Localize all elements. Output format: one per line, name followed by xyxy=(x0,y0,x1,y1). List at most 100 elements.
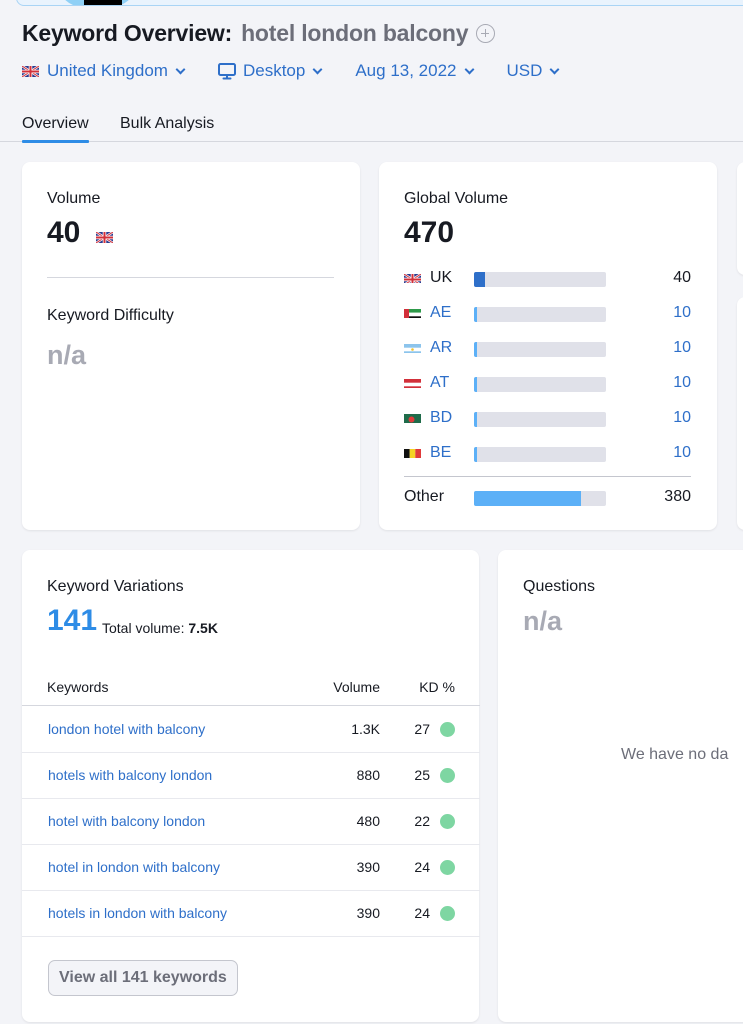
tab-bar: Overview Bulk Analysis xyxy=(0,112,743,143)
chevron-down-icon xyxy=(175,64,186,74)
other-value: 380 xyxy=(664,488,691,505)
view-all-keywords-button[interactable]: View all 141 keywords xyxy=(48,960,238,996)
country-code[interactable]: BD xyxy=(430,409,452,427)
keyword-volume: 390 xyxy=(356,859,380,875)
at-flag-icon xyxy=(404,377,421,388)
kd-indicator-dot xyxy=(440,860,455,875)
country-volume-row: UK 40 xyxy=(404,269,691,289)
divider xyxy=(404,476,691,477)
kd-indicator-dot xyxy=(440,906,455,921)
country-volume-value[interactable]: 10 xyxy=(673,304,691,322)
keyword-link[interactable]: hotels with balcony london xyxy=(48,767,212,783)
chevron-down-icon xyxy=(464,64,474,74)
questions-title: Questions xyxy=(523,578,596,595)
bd-flag-icon xyxy=(404,412,421,423)
keyword-difficulty-value: n/a xyxy=(47,340,87,370)
country-volume-bar xyxy=(474,272,606,287)
keyword-link[interactable]: london hotel with balcony xyxy=(48,721,205,737)
country-volume-row[interactable]: AR 10 xyxy=(404,339,691,359)
uk-flag-icon xyxy=(404,272,421,283)
page-title-label: Keyword Overview: xyxy=(22,20,233,46)
keyword-kd: 22 xyxy=(414,813,430,829)
divider xyxy=(47,277,334,278)
tab-overview[interactable]: Overview xyxy=(22,115,89,143)
date-label: Aug 13, 2022 xyxy=(355,61,457,80)
other-volume-bar xyxy=(474,491,606,506)
table-row: london hotel with balcony 1.3K 27 xyxy=(22,707,480,753)
keywords-table-header: Keywords Volume KD % xyxy=(22,676,480,706)
keyword-kd: 24 xyxy=(414,905,430,921)
global-volume-value: 470 xyxy=(404,216,455,249)
country-code[interactable]: AE xyxy=(430,304,451,322)
country-volume-bar-fill xyxy=(474,377,478,392)
column-kd: KD % xyxy=(419,679,455,695)
country-volume-bar xyxy=(474,307,606,322)
keyword-link[interactable]: hotel in london with balcony xyxy=(48,859,220,875)
country-label: United Kingdom xyxy=(47,61,168,80)
country-selector[interactable]: United Kingdom xyxy=(22,61,186,81)
keyword-variations-title: Keyword Variations xyxy=(47,578,184,595)
other-label: Other xyxy=(404,488,445,505)
keyword-volume: 880 xyxy=(356,767,380,783)
other-volume-bar-fill xyxy=(474,491,581,506)
country-volume-value[interactable]: 10 xyxy=(673,444,691,462)
keyword-difficulty-title: Keyword Difficulty xyxy=(47,307,174,324)
keyword-volume: 1.3K xyxy=(351,721,380,737)
keyword-link[interactable]: hotel with balcony london xyxy=(48,813,205,829)
country-volume-value[interactable]: 10 xyxy=(673,374,691,392)
volume-card: Volume 40 Keyword Difficulty n/a xyxy=(22,162,360,530)
country-volume-value[interactable]: 10 xyxy=(673,339,691,357)
page-title: Keyword Overview: hotel london balcony xyxy=(22,20,496,47)
kd-indicator-dot xyxy=(440,722,455,737)
device-label: Desktop xyxy=(242,61,306,80)
country-volume-row[interactable]: BD 10 xyxy=(404,409,691,429)
be-flag-icon xyxy=(404,447,421,458)
country-code[interactable]: AT xyxy=(430,374,449,392)
keyword-variations-count: 141 xyxy=(47,604,98,637)
uk-flag-icon xyxy=(95,230,114,245)
column-keywords: Keywords xyxy=(47,679,109,695)
keyword-link[interactable]: hotels in london with balcony xyxy=(48,905,227,921)
ar-flag-icon xyxy=(404,342,421,353)
country-volume-bar-fill xyxy=(474,307,478,322)
country-volume-bar xyxy=(474,342,606,357)
volume-value: 40 xyxy=(47,216,81,249)
kd-indicator-dot xyxy=(440,768,455,783)
kd-indicator-dot xyxy=(440,814,455,829)
total-volume: Total volume: 7.5K xyxy=(102,620,218,636)
country-volume-bar xyxy=(474,412,606,427)
currency-label: USD xyxy=(506,61,543,80)
country-code[interactable]: AR xyxy=(430,339,452,357)
keyword-kd: 27 xyxy=(414,721,430,737)
chevron-down-icon xyxy=(312,64,323,74)
uk-flag-icon xyxy=(22,65,39,77)
chevron-down-icon xyxy=(549,64,560,74)
country-volume-bar xyxy=(474,447,606,462)
country-volume-row[interactable]: AE 10 xyxy=(404,304,691,324)
ae-flag-icon xyxy=(404,307,421,318)
tab-bulk-analysis[interactable]: Bulk Analysis xyxy=(120,115,214,133)
date-selector[interactable]: Aug 13, 2022 xyxy=(355,61,474,81)
device-selector[interactable]: Desktop xyxy=(217,61,323,81)
keyword-kd: 24 xyxy=(414,859,430,875)
other-volume-row: Other 380 xyxy=(404,488,691,508)
country-volume-bar-fill xyxy=(474,412,478,427)
country-code[interactable]: BE xyxy=(430,444,451,462)
questions-card: Questions n/a We have no da xyxy=(498,550,743,1022)
currency-selector[interactable]: USD xyxy=(506,61,560,81)
country-volume-row[interactable]: AT 10 xyxy=(404,374,691,394)
desktop-icon xyxy=(217,62,236,80)
add-keyword-icon[interactable] xyxy=(476,24,496,43)
questions-value: n/a xyxy=(523,606,563,636)
country-volume-bar-fill xyxy=(474,447,478,462)
no-data-message: We have no da xyxy=(621,746,729,763)
keyword-volume: 480 xyxy=(356,813,380,829)
keyword-volume: 390 xyxy=(356,905,380,921)
filter-bar: United Kingdom Desktop Aug 13, 2022 USD xyxy=(22,61,592,81)
country-volume-bar-fill xyxy=(474,272,486,287)
country-volume-row[interactable]: BE 10 xyxy=(404,444,691,464)
country-volume-value[interactable]: 10 xyxy=(673,409,691,427)
keyword-kd: 25 xyxy=(414,767,430,783)
banner-illustration xyxy=(57,0,137,5)
page-title-keyword: hotel london balcony xyxy=(241,20,469,46)
